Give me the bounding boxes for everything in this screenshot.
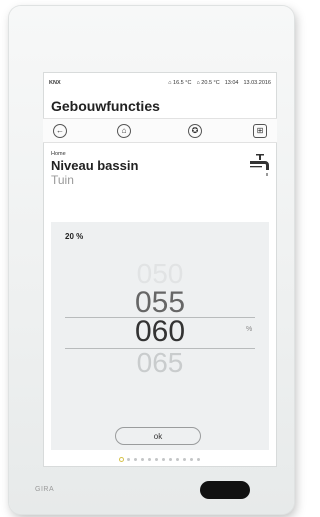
page-dot[interactable] [197, 458, 200, 461]
page-dot[interactable] [162, 458, 165, 461]
value-picker: 20 % 050 055 060 065 % ok [51, 222, 269, 450]
page-dot[interactable] [148, 458, 151, 461]
wall-panel-device: KNX ⌂ 16.5 °C ⌂ 20.5 °C 13:04 13.03.2016… [9, 6, 294, 514]
unit-label: % [246, 326, 253, 333]
temperature-sensor-2: ⌂ 20.5 °C [196, 80, 220, 86]
page-dot[interactable] [155, 458, 158, 461]
back-button[interactable]: ← [53, 124, 67, 138]
page-dot[interactable] [169, 458, 172, 461]
app-title: Gebouwfuncties [51, 98, 160, 114]
page-dot[interactable] [134, 458, 137, 461]
date: 13.03.2016 [243, 80, 271, 86]
brand-logo: GIRA [35, 486, 55, 493]
picker-option[interactable]: 055 [51, 288, 269, 318]
function-title: Niveau bassin [51, 158, 139, 173]
favorites-button[interactable]: ✪ [188, 124, 202, 138]
page-dot[interactable] [176, 458, 179, 461]
home-icon: ⌂ [121, 126, 127, 135]
overview-button[interactable]: ⊞ [253, 124, 267, 138]
picker-option[interactable]: 065 [51, 349, 269, 377]
touch-screen: KNX ⌂ 16.5 °C ⌂ 20.5 °C 13:04 13.03.2016… [43, 72, 277, 467]
status-bar: KNX ⌂ 16.5 °C ⌂ 20.5 °C 13:04 13.03.2016 [49, 78, 271, 88]
page-dot[interactable] [141, 458, 144, 461]
page-dot[interactable] [127, 458, 130, 461]
page-dot[interactable] [190, 458, 193, 461]
proximity-sensor [200, 481, 250, 499]
arrow-left-icon: ← [56, 126, 64, 135]
function-location: Tuin [51, 173, 74, 187]
current-value: 20 % [65, 232, 84, 241]
home-button[interactable]: ⌂ [117, 124, 131, 138]
picker-option[interactable]: 050 [51, 260, 269, 288]
knx-label: KNX [49, 80, 61, 86]
breadcrumb: Home [51, 151, 66, 157]
grid-icon: ⊞ [256, 126, 264, 135]
navigation-bar: ← ⌂ ✪ ⊞ [43, 118, 277, 143]
temperature-sensor-1: ⌂ 16.5 °C [168, 80, 192, 86]
star-circle-icon: ✪ [191, 126, 199, 135]
page-dot[interactable] [183, 458, 186, 461]
ok-button[interactable]: ok [115, 427, 201, 445]
clock: 13:04 [224, 80, 239, 86]
page-indicator [43, 458, 277, 464]
picker-option-selected[interactable]: 060 [51, 317, 269, 347]
water-tap-icon [250, 154, 269, 176]
page-dot-active[interactable] [120, 458, 123, 461]
